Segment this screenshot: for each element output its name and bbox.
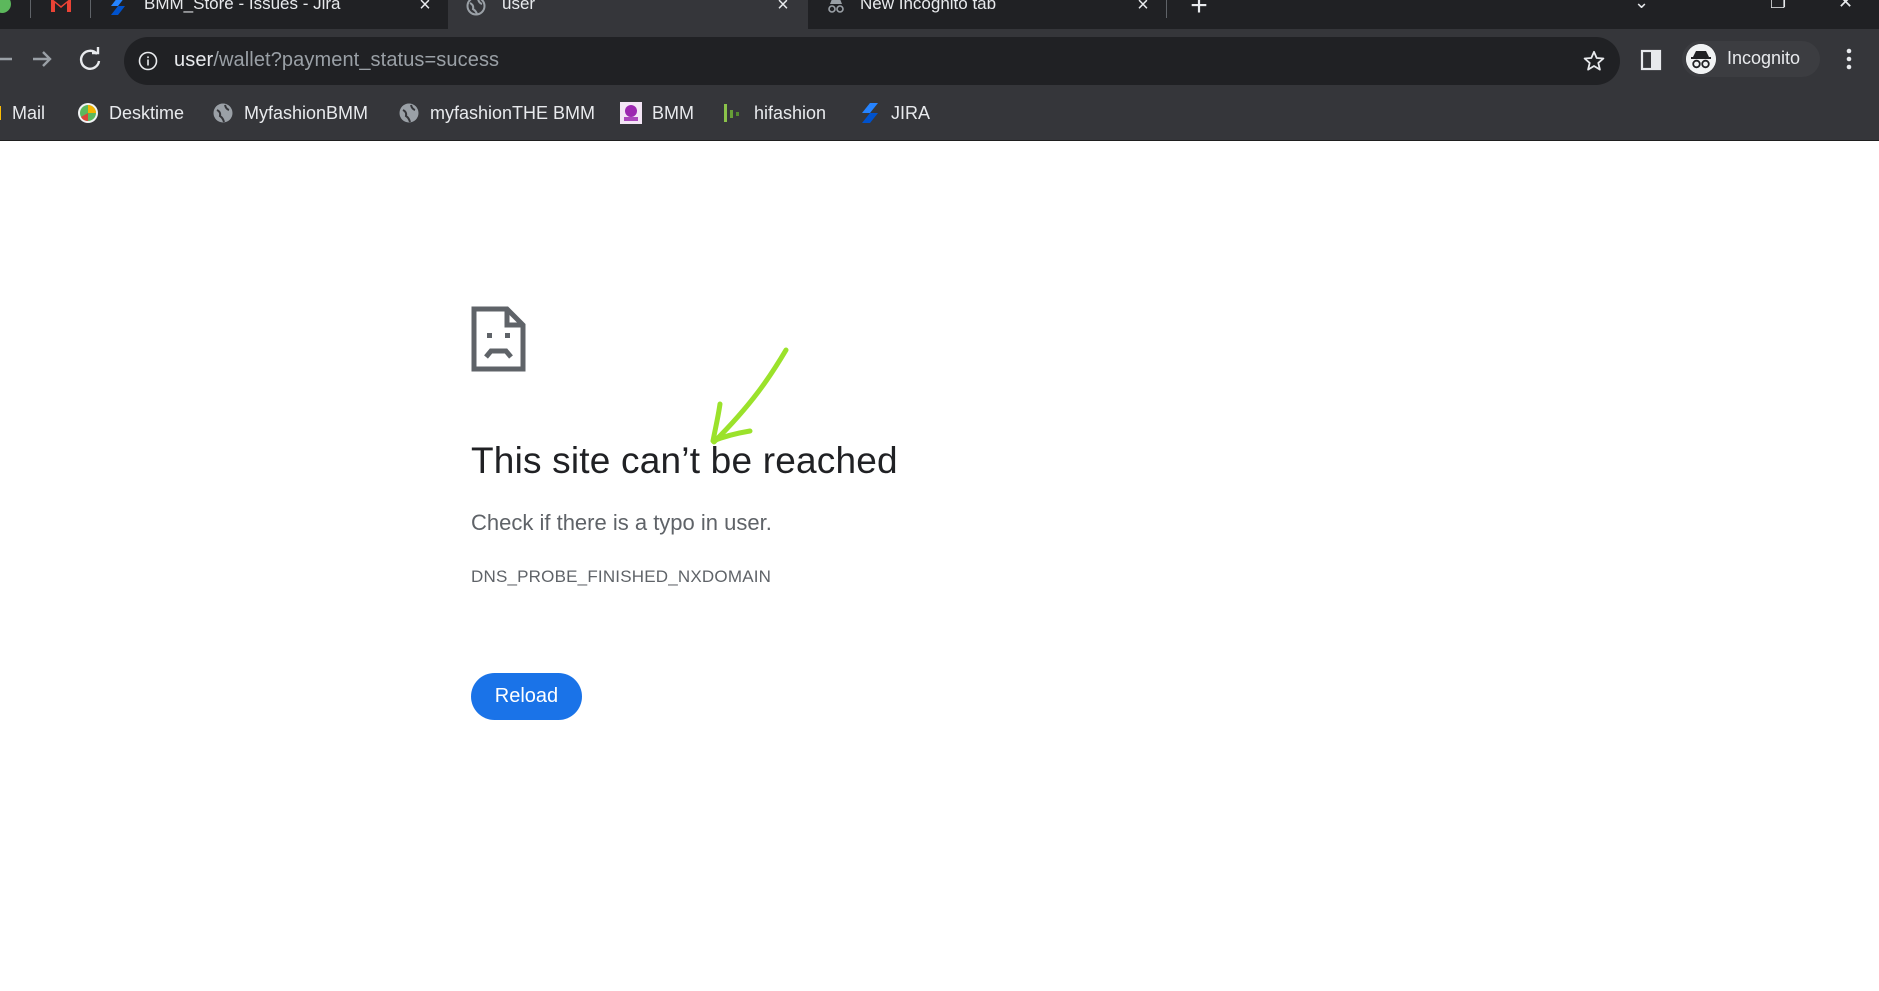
bookmark-myfashionthebmm[interactable]: myfashionTHE BMM xyxy=(398,100,595,126)
toolbar: user/wallet?payment_status=sucess Incogn… xyxy=(0,29,1879,90)
back-arrow-icon[interactable] xyxy=(0,41,22,77)
bookmark-desktime[interactable]: Desktime xyxy=(77,100,184,126)
menu-kebab-icon[interactable] xyxy=(1840,43,1858,75)
tab-jira[interactable]: BMM_Store - Issues - Jira × xyxy=(92,0,448,29)
error-code: DNS_PROBE_FINISHED_NXDOMAIN xyxy=(471,567,772,586)
tab-separator xyxy=(1166,0,1167,18)
tab-separator xyxy=(90,0,91,18)
tab-user[interactable]: user × xyxy=(448,0,808,29)
bookmark-label: BMM xyxy=(652,102,694,123)
tab-title: BMM_Store - Issues - Jira xyxy=(144,0,341,13)
error-title: This site can’t be reached xyxy=(471,440,898,481)
close-icon[interactable]: × xyxy=(1134,0,1152,15)
tab-strip: BMM_Store - Issues - Jira × user × New I… xyxy=(0,0,1879,29)
address-bar[interactable]: user/wallet?payment_status=sucess xyxy=(124,37,1620,85)
bookmark-label: Mail xyxy=(12,102,46,123)
bookmarks-bar: Mail Desktime MyfashionBMM myfashionTHE … xyxy=(0,90,1879,141)
tab-title: user xyxy=(502,0,536,13)
forward-arrow-icon[interactable] xyxy=(24,41,60,77)
gmail-icon[interactable] xyxy=(50,0,72,14)
bookmark-label: JIRA xyxy=(891,102,931,123)
incognito-icon xyxy=(828,0,844,13)
bookmark-label: myfashionTHE BMM xyxy=(430,102,596,123)
url-path: /wallet?payment_status=sucess xyxy=(213,49,500,71)
desktime-icon xyxy=(0,0,11,13)
restore-window-icon[interactable]: ❐ xyxy=(1770,0,1786,13)
bookmark-label: Desktime xyxy=(109,102,185,123)
gmail-icon xyxy=(0,106,1,120)
desktime-icon xyxy=(78,103,98,123)
globe-icon xyxy=(213,103,233,123)
bookmark-star-icon[interactable] xyxy=(1582,49,1606,73)
jira-icon xyxy=(862,103,878,123)
close-icon[interactable]: × xyxy=(774,0,792,15)
error-page: This site can’t be reached Check if ther… xyxy=(0,142,1879,991)
reload-button[interactable]: Reload xyxy=(471,673,582,720)
bookmark-label: hifashion xyxy=(754,102,827,123)
globe-icon xyxy=(399,103,419,123)
incognito-profile-button[interactable]: Incognito xyxy=(1682,41,1820,77)
close-window-icon[interactable]: ✕ xyxy=(1838,0,1853,13)
site-info-icon[interactable] xyxy=(138,51,158,71)
tab-search-chevron-icon[interactable]: ⌄ xyxy=(1634,0,1649,13)
reload-icon[interactable] xyxy=(72,41,108,77)
sad-page-icon xyxy=(471,306,526,372)
close-icon[interactable]: × xyxy=(416,0,434,15)
annotation-arrow-icon xyxy=(710,347,789,445)
new-tab-plus-icon[interactable]: + xyxy=(1187,0,1211,21)
bmm-icon xyxy=(620,102,642,124)
bookmark-mail[interactable]: Mail xyxy=(0,100,45,126)
url-text[interactable]: user/wallet?payment_status=sucess xyxy=(174,49,499,72)
side-panel-icon[interactable] xyxy=(1640,49,1662,71)
error-subtitle: Check if there is a typo in user. xyxy=(471,510,772,535)
bookmark-bmm[interactable]: BMM xyxy=(620,100,694,126)
tab-separator xyxy=(30,0,31,18)
bookmark-jira[interactable]: JIRA xyxy=(859,100,930,126)
url-host: user xyxy=(174,49,214,71)
bookmark-myfashionbmm[interactable]: MyfashionBMM xyxy=(212,100,368,126)
globe-icon xyxy=(466,0,486,16)
tab-new-incognito[interactable]: New Incognito tab × xyxy=(808,0,1166,29)
incognito-icon xyxy=(1686,44,1716,74)
bookmark-label: MyfashionBMM xyxy=(244,102,369,123)
tab-title: New Incognito tab xyxy=(860,0,997,13)
bookmark-hifashion[interactable]: hifashion xyxy=(722,100,826,126)
hifashion-icon xyxy=(724,104,739,122)
profile-label: Incognito xyxy=(1727,48,1801,68)
jira-icon xyxy=(111,0,125,15)
